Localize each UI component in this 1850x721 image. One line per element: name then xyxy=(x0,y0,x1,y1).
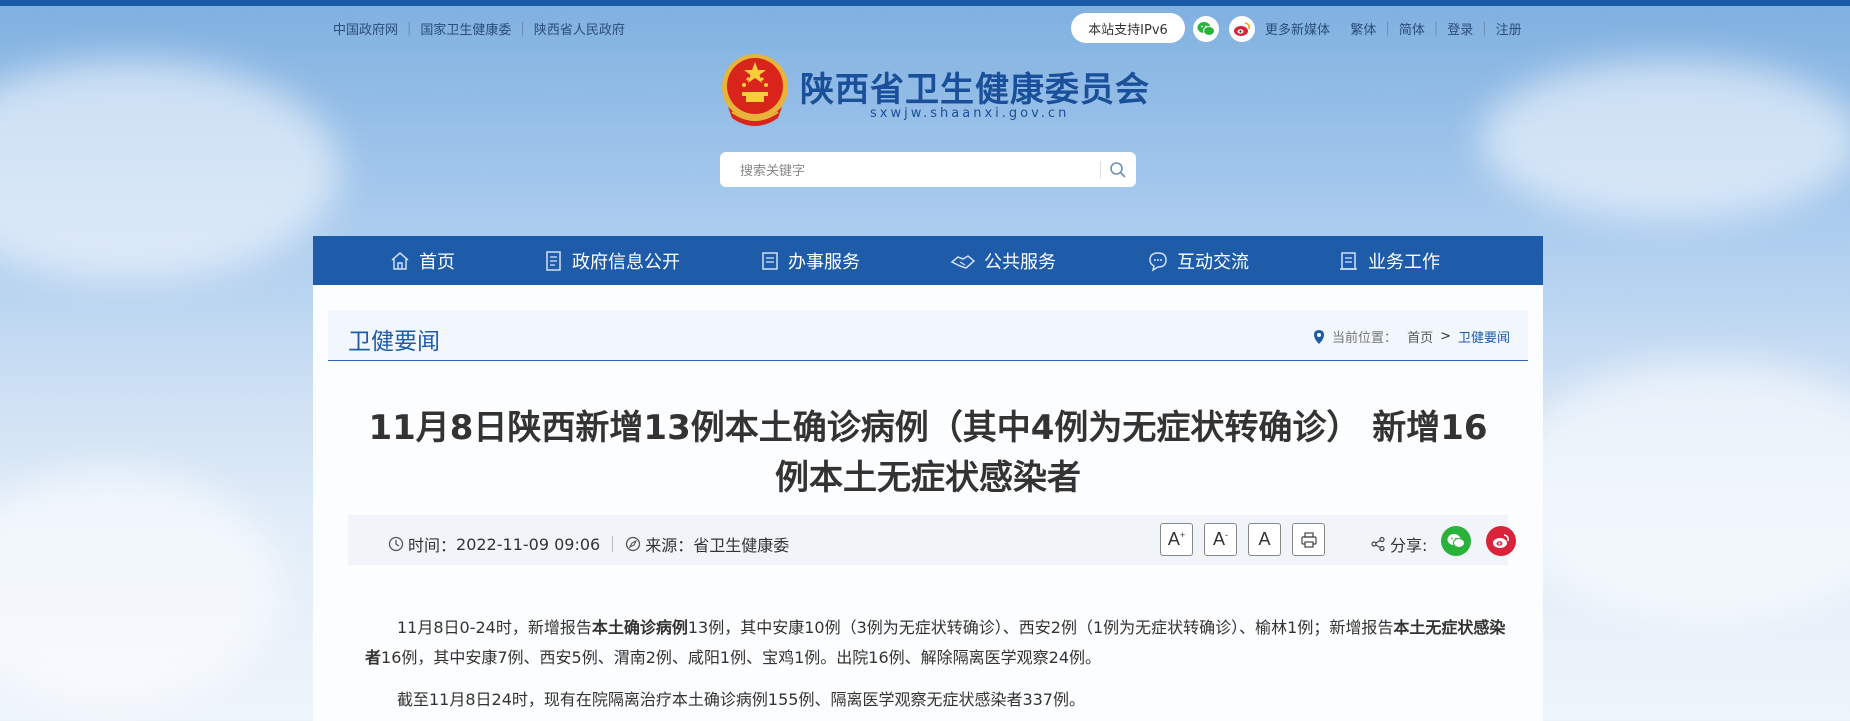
site-title: 陕西省卫生健康委员会 xyxy=(800,70,1150,110)
link-separator: | xyxy=(1433,21,1439,36)
meta-divider xyxy=(612,536,614,552)
weibo-top-button[interactable] xyxy=(1229,16,1255,42)
nav-home[interactable]: 首页 xyxy=(389,236,455,285)
simplified-chinese-link[interactable]: 简体 xyxy=(1399,19,1425,38)
search-box xyxy=(720,152,1136,187)
article-info: 时间： 2022-11-09 09:06 来源： 省卫生健康委 xyxy=(388,532,789,556)
nav-business[interactable]: 业务工作 xyxy=(1338,236,1440,285)
font-button-label: A xyxy=(1258,529,1271,549)
share-wechat-button[interactable] xyxy=(1441,526,1471,556)
link-separator: | xyxy=(520,21,525,36)
background-cloud xyxy=(1480,60,1850,220)
register-link[interactable]: 注册 xyxy=(1496,19,1522,38)
section-header: 卫健要闻 当前位置： 首页 > 卫健要闻 xyxy=(328,310,1528,361)
compass-icon xyxy=(626,536,641,552)
handshake-icon xyxy=(950,254,976,269)
paragraph-text: 16例，其中安康7例、西安5例、渭南2例、咸阳1例、宝鸡1例。出院16例、解除隔… xyxy=(381,648,1101,667)
login-link[interactable]: 登录 xyxy=(1447,19,1473,38)
nav-label: 办事服务 xyxy=(788,251,860,273)
printer-icon xyxy=(1300,531,1317,548)
weibo-icon xyxy=(1493,534,1509,548)
form-icon xyxy=(762,251,778,270)
font-reset-button[interactable]: A xyxy=(1248,523,1281,556)
top-accent-bar xyxy=(0,0,1850,6)
wechat-icon xyxy=(1197,22,1215,36)
content-panel: 卫健要闻 当前位置： 首页 > 卫健要闻 11月8日陕西新增13例本土确诊病例（… xyxy=(313,285,1543,721)
link-nhc[interactable]: 国家卫生健康委 xyxy=(420,19,511,38)
nav-label: 互动交流 xyxy=(1177,251,1249,273)
time-label: 时间： xyxy=(408,536,457,555)
article-title: 11月8日陕西新增13例本土确诊病例（其中4例为无症状转确诊） 新增16 例本土… xyxy=(353,403,1503,503)
link-shaanxi-gov[interactable]: 陕西省人民政府 xyxy=(534,19,625,38)
breadcrumb-arrow: > xyxy=(1440,329,1451,344)
chat-icon xyxy=(1149,251,1167,272)
nav-label: 政府信息公开 xyxy=(572,251,680,273)
home-icon xyxy=(391,251,409,270)
share-section: 分享: xyxy=(1370,532,1427,556)
weibo-icon xyxy=(1234,22,1250,36)
article-source: 省卫生健康委 xyxy=(693,536,790,555)
search-input[interactable] xyxy=(738,159,1092,181)
nav-interaction[interactable]: 互动交流 xyxy=(1147,236,1249,285)
article-title-line: 例本土无症状感染者 xyxy=(775,458,1081,498)
link-gov-cn[interactable]: 中国政府网 xyxy=(333,19,398,38)
more-media-link[interactable]: 更多新媒体 xyxy=(1265,19,1330,38)
paragraph-text: 13例，其中安康10例（3例为无症状转确诊）、西安2例（1例为无症状转确诊）、榆… xyxy=(687,618,1394,637)
background-cloud xyxy=(1500,360,1850,620)
article-title-line: 11月8日陕西新增13例本土确诊病例（其中4例为无症状转确诊） 新增16 xyxy=(368,408,1488,448)
breadcrumb-current[interactable]: 卫健要闻 xyxy=(1458,327,1510,346)
nav-public-service[interactable]: 公共服务 xyxy=(950,236,1056,285)
breadcrumb-label: 当前位置： xyxy=(1332,331,1398,346)
paragraph-text: 截至11月8日24时，现有在院隔离治疗本土确诊病例155例、隔离医学观察无症状感… xyxy=(397,690,1085,709)
font-increase-button[interactable]: A + xyxy=(1160,523,1193,556)
link-separator: | xyxy=(1385,21,1390,36)
nav-label: 业务工作 xyxy=(1368,251,1440,273)
location-pin-icon xyxy=(1314,329,1325,344)
font-plus-mark: + xyxy=(1179,529,1186,540)
national-emblem-icon xyxy=(722,54,788,126)
article-meta-bar: 时间： 2022-11-09 09:06 来源： 省卫生健康委 A+ A- A xyxy=(348,515,1516,565)
breadcrumb-home[interactable]: 首页 xyxy=(1407,327,1433,346)
background-cloud xyxy=(0,470,280,710)
search-icon[interactable] xyxy=(1108,160,1128,180)
nav-label: 公共服务 xyxy=(984,251,1056,273)
main-nav: 首页 政府信息公开 办事服务 公共服务 互动交流 业务工作 xyxy=(313,236,1543,285)
publish-time: 2022-11-09 09:06 xyxy=(456,534,601,554)
share-label: 分享: xyxy=(1390,536,1428,555)
link-separator: | xyxy=(1482,21,1487,36)
font-button-label: A xyxy=(1167,529,1180,549)
share-icon xyxy=(1371,536,1385,552)
paragraph-bold: 本土确诊病例 xyxy=(591,618,688,637)
wechat-icon xyxy=(1447,534,1465,548)
nav-gov-info[interactable]: 政府信息公开 xyxy=(544,236,680,285)
article-paragraph: 截至11月8日24时，现有在院隔离治疗本土确诊病例155例、隔离医学观察无症状感… xyxy=(365,685,1515,715)
link-separator: | xyxy=(407,21,412,36)
print-button[interactable] xyxy=(1292,523,1325,556)
nav-label: 首页 xyxy=(419,251,455,273)
site-domain: sxwjw.shaanxi.gov.cn xyxy=(870,106,1070,121)
ipv6-badge: 本站支持IPv6 xyxy=(1071,13,1185,43)
paragraph-text: 11月8日0-24时，新增报告 xyxy=(397,618,592,637)
source-label: 来源： xyxy=(645,536,694,555)
briefcase-icon xyxy=(1340,251,1357,270)
font-decrease-button[interactable]: A- xyxy=(1204,523,1237,556)
search-divider xyxy=(1100,161,1101,178)
document-icon xyxy=(546,250,561,271)
section-title: 卫健要闻 xyxy=(348,329,440,355)
wechat-top-button[interactable] xyxy=(1193,16,1219,42)
font-minus-mark: - xyxy=(1225,529,1228,540)
nav-services[interactable]: 办事服务 xyxy=(760,236,860,285)
share-weibo-button[interactable] xyxy=(1486,526,1516,556)
top-links: 中国政府网 | 国家卫生健康委 | 陕西省人民政府 xyxy=(333,19,625,38)
background-cloud xyxy=(0,60,340,280)
top-right-links: 更多新媒体 | 繁体 | 简体 | 登录 | 注册 xyxy=(1265,19,1522,38)
font-button-label: A xyxy=(1212,529,1225,549)
breadcrumb: 当前位置： 首页 > 卫健要闻 xyxy=(1312,327,1510,346)
clock-icon xyxy=(388,536,404,552)
article-paragraph: 11月8日0-24时，新增报告本土确诊病例13例，其中安康10例（3例为无症状转… xyxy=(365,613,1515,673)
traditional-chinese-link[interactable]: 繁体 xyxy=(1350,19,1376,38)
